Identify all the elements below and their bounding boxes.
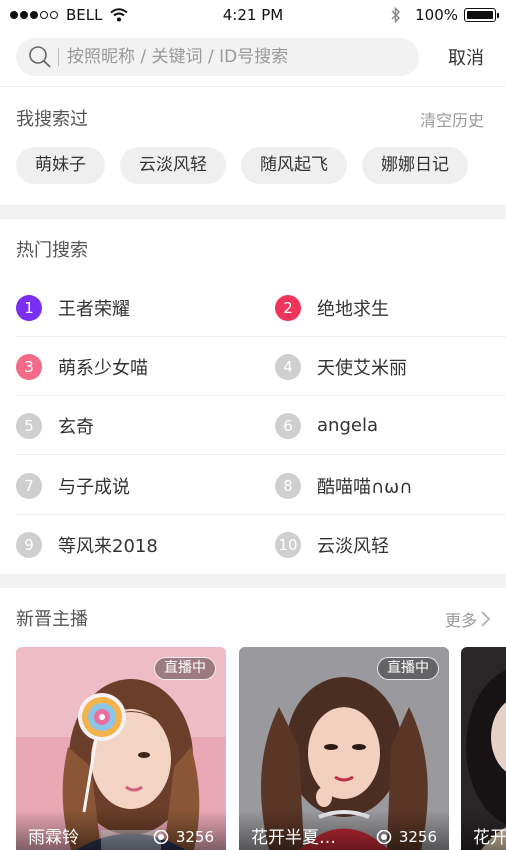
hot-item[interactable]: 4 天使艾米丽 — [275, 337, 407, 396]
hot-item-label: 等风来2018 — [58, 535, 158, 557]
hot-row: 9 等风来2018 10 云淡风轻 — [16, 515, 506, 574]
chevron-right-icon — [481, 611, 490, 627]
history-chips: 萌妹子 云淡风轻 随风起飞 娜娜日记 — [16, 147, 483, 184]
rank-badge: 1 — [16, 294, 42, 321]
battery-label: 100% — [415, 6, 458, 24]
hot-row: 3 萌系少女喵 4 天使艾米丽 — [16, 337, 506, 396]
hot-item[interactable]: 5 玄奇 — [16, 396, 94, 455]
new-anchors-title: 新晋主播 — [16, 609, 88, 630]
hot-item[interactable]: 2 绝地求生 — [275, 278, 389, 337]
eye-icon — [153, 830, 169, 844]
view-count-label: 3256 — [175, 828, 214, 846]
rank-badge: 5 — [16, 412, 42, 439]
search-icon — [29, 46, 51, 68]
hot-item[interactable]: 3 萌系少女喵 — [16, 337, 148, 396]
hot-item-label: 天使艾米丽 — [317, 357, 407, 379]
hot-item-label: 王者荣耀 — [58, 298, 130, 320]
status-right: 100% — [391, 6, 499, 24]
view-count-label: 3256 — [398, 828, 437, 846]
hot-item[interactable]: 1 王者荣耀 — [16, 278, 130, 337]
rank-badge: 9 — [16, 531, 42, 558]
rank-badge: 2 — [275, 294, 301, 321]
search-row: 取消 — [0, 34, 506, 84]
anchor-card[interactable]: 花开 — [461, 647, 506, 850]
rank-badge: 6 — [275, 412, 301, 439]
rank-badge: 10 — [275, 531, 301, 558]
cancel-button[interactable]: 取消 — [448, 44, 484, 70]
hot-item-label: 云淡风轻 — [317, 535, 389, 557]
hot-row: 1 王者荣耀 2 绝地求生 — [16, 278, 506, 337]
more-label: 更多 — [444, 611, 477, 630]
hot-item-label: 酷喵喵∩ω∩ — [317, 476, 413, 498]
hot-row: 5 玄奇 6 angela — [16, 396, 506, 455]
hot-item[interactable]: 9 等风来2018 — [16, 515, 158, 574]
rank-badge: 8 — [275, 472, 301, 499]
hot-item-label: angela — [317, 415, 378, 436]
rank-badge: 4 — [275, 353, 301, 380]
status-bar: BELL 4:21 PM 100% — [0, 0, 506, 32]
search-box[interactable] — [16, 38, 419, 76]
live-badge: 直播中 — [154, 657, 216, 680]
search-input[interactable] — [67, 47, 387, 67]
hot-item-label: 与子成说 — [58, 476, 130, 498]
battery-icon — [464, 8, 499, 22]
view-count: 3256 — [152, 828, 214, 846]
hot-row: 7 与子成说 8 酷喵喵∩ω∩ — [16, 456, 506, 515]
history-chip[interactable]: 萌妹子 — [16, 147, 105, 184]
hot-search-title: 热门搜索 — [16, 240, 88, 261]
bluetooth-icon — [391, 7, 401, 23]
hot-item[interactable]: 7 与子成说 — [16, 456, 130, 515]
anchor-name: 雨霖铃 — [28, 828, 79, 848]
search-separator — [58, 48, 59, 66]
anchor-name: 花开 — [473, 828, 506, 848]
more-button[interactable]: 更多 — [445, 607, 490, 631]
clear-history-button[interactable]: 清空历史 — [420, 107, 484, 131]
anchor-card[interactable]: 直播中 雨霖铃 3256 — [16, 647, 226, 850]
anchor-cards: 直播中 雨霖铃 3256 直播中 花开半夏… 3256 花开 — [16, 647, 506, 850]
eye-icon — [376, 830, 392, 844]
anchor-card[interactable]: 直播中 花开半夏… 3256 — [239, 647, 449, 850]
search-divider — [0, 86, 506, 87]
history-chip[interactable]: 云淡风轻 — [120, 147, 226, 184]
rank-badge: 3 — [16, 353, 42, 380]
hot-item[interactable]: 8 酷喵喵∩ω∩ — [275, 456, 412, 515]
hot-item[interactable]: 10 云淡风轻 — [275, 515, 389, 574]
hot-item[interactable]: 6 angela — [275, 396, 378, 455]
history-title: 我搜索过 — [16, 109, 88, 130]
anchor-name: 花开半夏… — [251, 828, 336, 848]
hot-item-label: 玄奇 — [58, 416, 94, 438]
live-badge: 直播中 — [377, 657, 439, 680]
rank-badge: 7 — [16, 472, 42, 499]
section-separator — [0, 574, 506, 588]
hot-item-label: 萌系少女喵 — [58, 357, 148, 379]
history-chip[interactable]: 随风起飞 — [241, 147, 347, 184]
hot-item-label: 绝地求生 — [317, 298, 389, 320]
view-count: 3256 — [375, 828, 437, 846]
section-separator — [0, 205, 506, 219]
history-chip[interactable]: 娜娜日记 — [362, 147, 468, 184]
